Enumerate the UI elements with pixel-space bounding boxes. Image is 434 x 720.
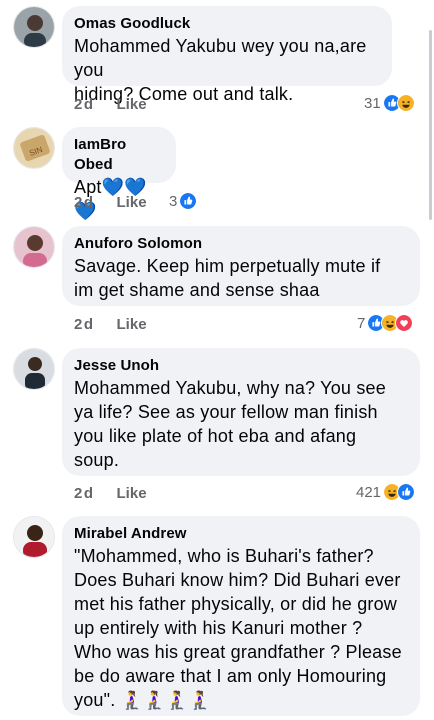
like-reaction-icon — [179, 192, 198, 210]
comment-bubble: Mirabel Andrew "Mohammed, who is Buhari'… — [62, 516, 420, 716]
avatar[interactable] — [13, 348, 55, 390]
reaction-count: 7 — [357, 314, 366, 332]
comment-text-line: Mohammed Yakubu, why na? You see — [74, 378, 386, 398]
comment-bubble: Jesse Unoh Mohammed Yakubu, why na? You … — [62, 348, 420, 476]
comment-text-line: you". 🧎‍♀️🧎‍♀️🧎‍♀️🧎‍♀️ — [74, 690, 212, 710]
timestamp[interactable]: 2d — [74, 316, 95, 333]
comment-text-line: Savage. Keep him perpetually mute if — [74, 256, 381, 276]
comment-text-line: soup. — [74, 450, 120, 470]
comment-text-line: ya life? See as your fellow man finish — [74, 402, 378, 422]
reaction-summary[interactable]: 3 — [169, 190, 198, 212]
like-button[interactable]: Like — [117, 316, 147, 333]
comment-text-line: Does Buhari know him? Did Buhari ever — [74, 570, 401, 590]
profile-photo-icon: SIN — [14, 128, 54, 168]
comment-text-line: up entirely with his Kanuri mother ? — [74, 618, 363, 638]
timestamp[interactable]: 2d — [74, 485, 95, 502]
commenter-name[interactable]: Anuforo Solomon — [74, 234, 408, 254]
avatar[interactable] — [13, 226, 55, 268]
commenter-name[interactable]: Jesse Unoh — [74, 356, 408, 376]
timestamp[interactable]: 2d — [74, 96, 95, 113]
reaction-count: 421 — [356, 483, 382, 501]
scrollbar[interactable] — [429, 30, 432, 220]
reaction-summary[interactable]: 421 — [356, 481, 416, 503]
haha-reaction-icon — [396, 94, 415, 112]
comment-text-line: Who was his great grandfather ? Please — [74, 642, 402, 662]
reaction-count: 3 — [169, 192, 178, 210]
comment-bubble: Anuforo Solomon Savage. Keep him perpetu… — [62, 226, 420, 306]
reaction-summary[interactable]: 31 — [364, 92, 415, 114]
comment-actions: 2d Like — [74, 313, 147, 335]
reaction-count: 31 — [364, 94, 381, 112]
love-reaction-icon — [395, 314, 414, 332]
timestamp[interactable]: 2d — [74, 194, 95, 211]
comment-actions: 2d Like — [74, 191, 147, 213]
profile-photo-icon — [14, 227, 54, 267]
comment-actions: 2d Like — [74, 482, 147, 504]
avatar[interactable] — [13, 6, 55, 48]
profile-photo-icon — [14, 517, 54, 557]
commenter-name[interactable]: Omas Goodluck — [74, 14, 380, 34]
avatar[interactable]: SIN — [13, 127, 55, 169]
comment-bubble: Omas Goodluck Mohammed Yakubu wey you na… — [62, 6, 392, 104]
like-button[interactable]: Like — [117, 485, 147, 502]
comment-text-line: "Mohammed, who is Buhari's father? — [74, 546, 374, 566]
comment-text-line: be do aware that I am only Homouring — [74, 666, 387, 686]
commenter-name[interactable]: IamBro Obed — [74, 135, 164, 175]
reaction-summary[interactable]: 7 — [357, 312, 414, 334]
like-button[interactable]: Like — [117, 194, 147, 211]
profile-photo-icon — [14, 349, 54, 389]
like-reaction-icon — [397, 483, 416, 501]
comment-actions: 2d Like — [74, 93, 147, 115]
avatar[interactable] — [13, 516, 55, 558]
comment-text-line: you like plate of hot eba and afang — [74, 426, 357, 446]
comment-text-line: met his father physically, or did he gro… — [74, 594, 398, 614]
commenter-name[interactable]: Mirabel Andrew — [74, 524, 408, 544]
like-button[interactable]: Like — [117, 96, 147, 113]
comment-bubble: IamBro Obed Apt💙💙💙 — [62, 127, 176, 221]
comment-text-line: im get shame and sense shaa — [74, 280, 320, 300]
profile-photo-icon — [14, 7, 54, 47]
comment-text-line: Mohammed Yakubu wey you na,are you — [74, 36, 367, 80]
